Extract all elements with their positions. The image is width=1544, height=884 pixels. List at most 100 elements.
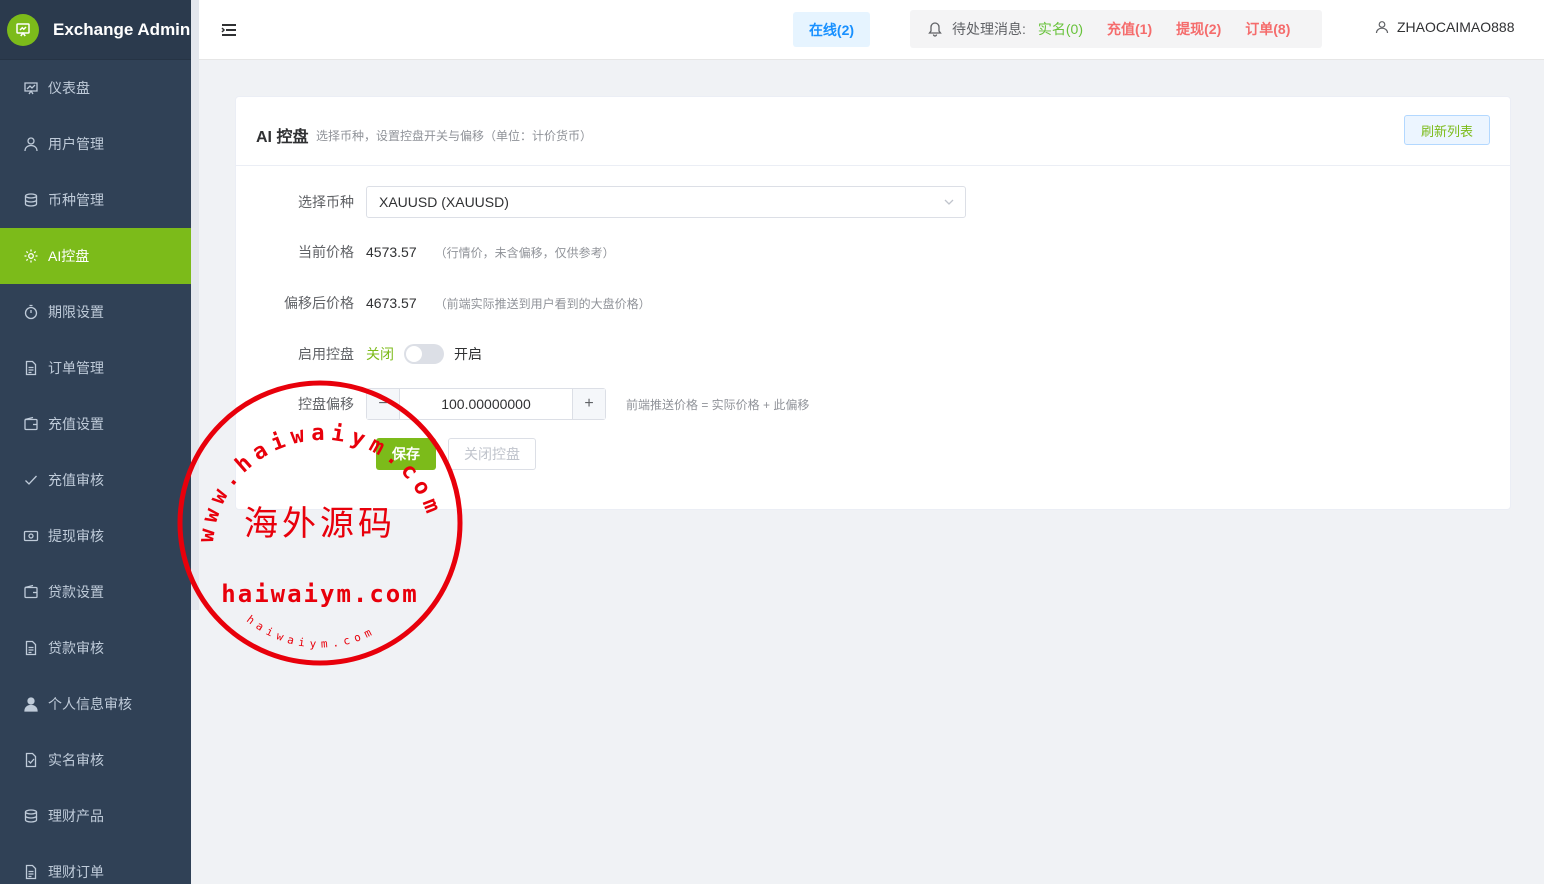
offset-label: 控盘偏移 xyxy=(298,396,354,412)
document-check-icon xyxy=(25,752,37,768)
switch-off-label[interactable]: 关闭 xyxy=(366,344,394,364)
user-menu[interactable]: ZHAOCAIMAO888 xyxy=(1375,19,1514,35)
sidebar-item-8[interactable]: 提现审核 xyxy=(0,508,191,564)
pending-recharge-link[interactable]: 充值(1) xyxy=(1107,19,1152,39)
symbol-label: 选择币种 xyxy=(298,194,354,210)
sidebar-item-label: 理财产品 xyxy=(48,808,104,824)
user-icon xyxy=(24,137,38,152)
close-control-button[interactable]: 关闭控盘 xyxy=(448,438,536,470)
username: ZHAOCAIMAO888 xyxy=(1397,19,1515,35)
sidebar-item-7[interactable]: 充值审核 xyxy=(0,452,191,508)
sidebar-item-label: 提现审核 xyxy=(48,528,104,544)
watermark-bottom-arc: haiwaiym.com xyxy=(244,613,378,651)
sidebar-item-label: 贷款审核 xyxy=(48,640,104,656)
wallet-icon xyxy=(24,416,38,431)
sidebar-item-1[interactable]: 用户管理 xyxy=(0,116,191,172)
sidebar-item-label: 期限设置 xyxy=(48,304,104,320)
offset-price-value: 4673.57 xyxy=(366,295,417,311)
current-price-row: 当前价格 4573.57 （行情价，未含偏移，仅供参考） xyxy=(236,242,615,262)
card-title: AI 控盘 xyxy=(256,129,309,146)
sidebar-item-5[interactable]: 订单管理 xyxy=(0,340,191,396)
current-price-value: 4573.57 xyxy=(366,244,417,260)
sidebar-item-label: 理财订单 xyxy=(48,864,104,880)
offset-stepper: − + xyxy=(366,388,606,420)
dashboard-icon xyxy=(24,82,38,95)
watermark-middle: haiwaiym.com xyxy=(221,580,418,608)
pending-withdraw-link[interactable]: 提现(2) xyxy=(1176,19,1221,39)
save-button[interactable]: 保存 xyxy=(376,438,436,470)
sidebar-item-11[interactable]: 个人信息审核 xyxy=(0,676,191,732)
document-icon xyxy=(25,640,37,656)
person-icon xyxy=(24,697,38,712)
current-price-label: 当前价格 xyxy=(298,244,354,260)
sidebar-item-label: 个人信息审核 xyxy=(48,696,132,712)
brand-logo-icon xyxy=(7,13,39,46)
sidebar-item-3[interactable]: AI控盘 xyxy=(0,228,191,284)
sidebar-item-label: 实名审核 xyxy=(48,752,104,768)
user-icon xyxy=(1375,21,1389,34)
symbol-select-value: XAUUSD (XAUUSD) xyxy=(379,194,509,210)
database-icon xyxy=(24,193,38,207)
enable-control-row: 启用控盘 关闭 开启 xyxy=(236,344,482,364)
sidebar-item-label: 订单管理 xyxy=(48,360,104,376)
sidebar-item-0[interactable]: 仪表盘 xyxy=(0,60,191,116)
sidebar-item-13[interactable]: 理财产品 xyxy=(0,788,191,844)
action-row: 保存 关闭控盘 xyxy=(376,438,536,470)
sidebar-item-12[interactable]: 实名审核 xyxy=(0,732,191,788)
sidebar-item-label: 用户管理 xyxy=(48,136,104,152)
document-icon xyxy=(25,360,37,376)
offset-price-label: 偏移后价格 xyxy=(284,295,354,311)
ai-control-card: AI 控盘 选择币种，设置控盘开关与偏移（单位：计价货币） 刷新列表 选择币种 … xyxy=(235,96,1511,510)
watermark-center: 海外源码 xyxy=(244,504,396,544)
online-users-badge[interactable]: 在线(2) xyxy=(793,12,870,47)
sidebar-item-label: 币种管理 xyxy=(48,192,104,208)
sidebar-item-label: AI控盘 xyxy=(48,248,90,264)
money-icon xyxy=(23,530,39,542)
wallet-icon xyxy=(24,584,38,599)
offset-hint: 前端推送价格 = 实际价格 + 此偏移 xyxy=(626,397,810,412)
sidebar-item-4[interactable]: 期限设置 xyxy=(0,284,191,340)
stopwatch-icon xyxy=(24,304,38,320)
check-icon xyxy=(25,475,37,485)
gear-icon xyxy=(24,249,38,263)
offset-row: 控盘偏移 − + 前端推送价格 = 实际价格 + 此偏移 xyxy=(236,388,809,420)
sidebar-item-label: 充值设置 xyxy=(48,416,104,432)
card-subtitle: 选择币种，设置控盘开关与偏移（单位：计价货币） xyxy=(316,129,593,143)
bell-icon xyxy=(928,22,942,37)
top-header: 在线(2) 待处理消息: 实名(0) 充值(1) 提现(2) 订单(8) ZHA… xyxy=(199,0,1544,60)
enable-control-label: 启用控盘 xyxy=(298,346,354,362)
database-icon xyxy=(24,809,38,823)
sidebar-scroll-gutter xyxy=(191,0,199,610)
sidebar-item-9[interactable]: 贷款设置 xyxy=(0,564,191,620)
refresh-list-button[interactable]: 刷新列表 xyxy=(1404,115,1490,145)
offset-price-row: 偏移后价格 4673.57 （前端实际推送到用户看到的大盘价格） xyxy=(236,293,651,313)
symbol-select[interactable]: XAUUSD (XAUUSD) xyxy=(366,186,966,218)
sidebar: Exchange Admin 仪表盘用户管理币种管理 AI控盘期限设置订单管理充值… xyxy=(0,0,191,884)
sidebar-item-6[interactable]: 充值设置 xyxy=(0,396,191,452)
pending-realname-link[interactable]: 实名(0) xyxy=(1038,19,1083,39)
hamburger-menu-icon[interactable] xyxy=(220,21,238,39)
enable-control-toggle[interactable] xyxy=(404,344,444,364)
current-price-hint: （行情价，未含偏移，仅供参考） xyxy=(434,245,615,260)
toggle-knob xyxy=(406,346,422,362)
sidebar-item-14[interactable]: 理财订单 xyxy=(0,844,191,884)
offset-price-hint: （前端实际推送到用户看到的大盘价格） xyxy=(434,296,651,311)
card-header: AI 控盘 选择币种，设置控盘开关与偏移（单位：计价货币） 刷新列表 xyxy=(236,97,1510,166)
offset-decrement-button[interactable]: − xyxy=(367,389,400,419)
pending-messages-bar: 待处理消息: 实名(0) 充值(1) 提现(2) 订单(8) xyxy=(910,10,1322,48)
brand-title: Exchange Admin xyxy=(53,19,191,39)
brand[interactable]: Exchange Admin xyxy=(0,0,191,60)
sidebar-item-2[interactable]: 币种管理 xyxy=(0,172,191,228)
sidebar-item-label: 贷款设置 xyxy=(48,584,104,600)
sidebar-menu: 仪表盘用户管理币种管理 AI控盘期限设置订单管理充值设置充值审核提现审核贷款设置贷… xyxy=(0,60,191,884)
pending-order-link[interactable]: 订单(8) xyxy=(1245,19,1290,39)
offset-increment-button[interactable]: + xyxy=(572,389,605,419)
switch-on-label[interactable]: 开启 xyxy=(454,344,482,364)
offset-input[interactable] xyxy=(400,389,572,419)
chevron-down-icon xyxy=(944,199,954,205)
sidebar-item-label: 充值审核 xyxy=(48,472,104,488)
document-icon xyxy=(25,864,37,880)
symbol-row: 选择币种 XAUUSD (XAUUSD) xyxy=(236,186,966,218)
sidebar-item-label: 仪表盘 xyxy=(48,80,90,96)
sidebar-item-10[interactable]: 贷款审核 xyxy=(0,620,191,676)
